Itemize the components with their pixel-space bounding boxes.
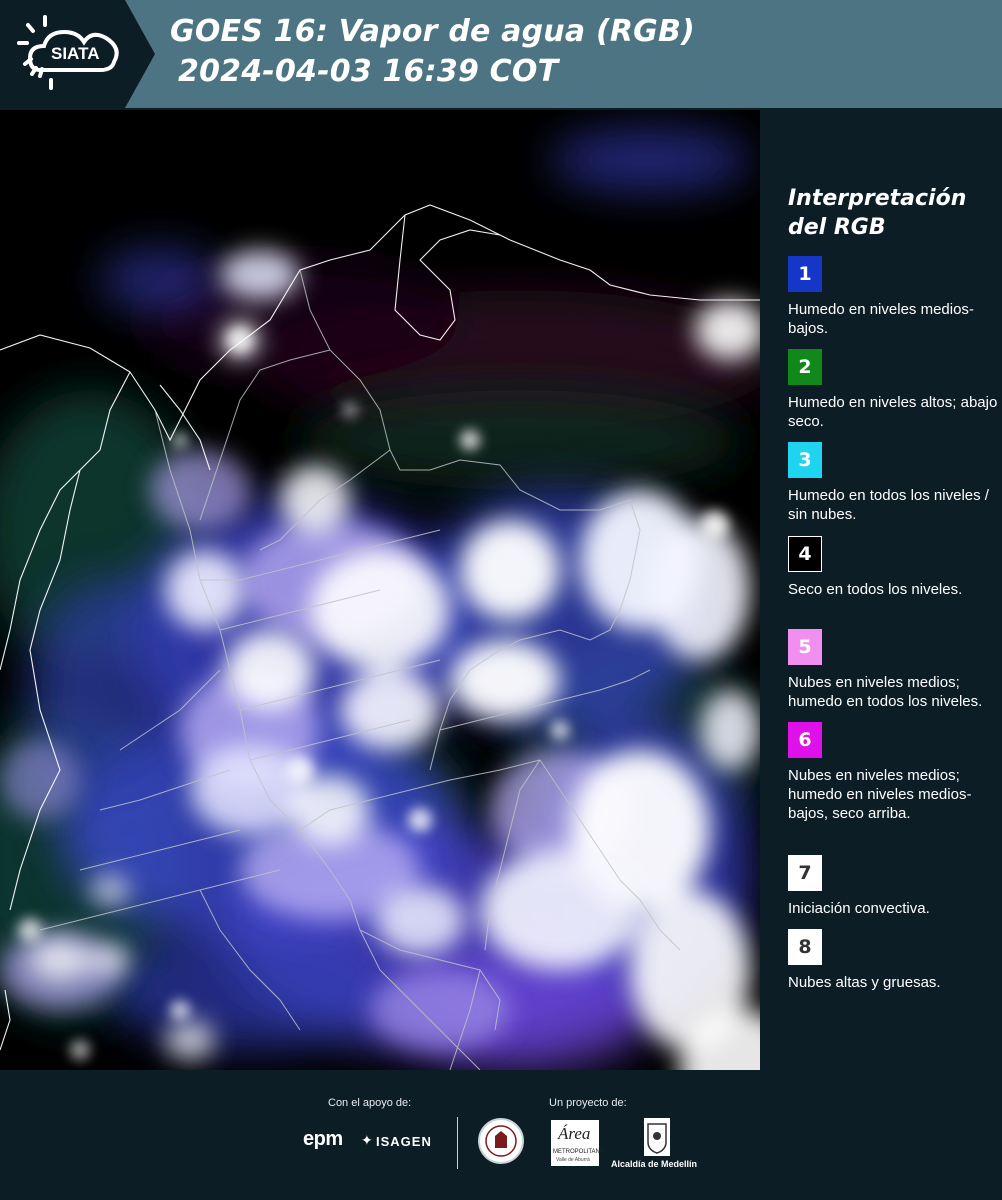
isagen-star-icon: ✦ bbox=[361, 1132, 373, 1148]
legend-swatch-8: 8 bbox=[788, 929, 822, 965]
area-metropolitana-logo[interactable]: Área METROPOLITANA Valle de Aburrá bbox=[551, 1120, 604, 1166]
legend-description-6: Nubes en niveles medios; humedo en nivel… bbox=[788, 767, 972, 822]
legend-swatch-1: 1 bbox=[788, 256, 822, 292]
timestamp: 2024-04-03 16:39 COT bbox=[178, 54, 559, 89]
legend-swatch-5: 5 bbox=[788, 629, 822, 665]
header-bar: SIATA GOES 16: Vapor de agua (RGB) 2024-… bbox=[0, 0, 1002, 108]
legend-swatch-3: 3 bbox=[788, 442, 822, 478]
siata-logo: SIATA bbox=[0, 0, 155, 108]
legend-title: Interpretación del RGB bbox=[788, 186, 967, 240]
legend-description-5: Nubes en niveles medios; humedo en todos… bbox=[788, 674, 983, 710]
legend-item-4: 4 Seco en todos los niveles. bbox=[788, 536, 998, 599]
epm-logo[interactable]: epm bbox=[303, 1128, 343, 1151]
alcaldia-shield-icon bbox=[644, 1118, 670, 1156]
project-caption: Un proyecto de: bbox=[549, 1097, 627, 1109]
legend-item-8: 8 Nubes altas y gruesas. bbox=[788, 929, 998, 992]
legend-description-3: Humedo en todos los niveles / sin nubes. bbox=[788, 487, 989, 523]
legend-panel: Interpretación del RGB 1 Humedo en nivele… bbox=[770, 110, 1002, 1070]
legend-item-3: 3 Humedo en todos los niveles / sin nubes… bbox=[788, 442, 998, 524]
support-caption: Con el apoyo de: bbox=[328, 1097, 412, 1109]
footer: Con el apoyo de: Un proyecto de: epm ✦ I… bbox=[0, 1070, 1002, 1200]
legend-item-1: 1 Humedo en niveles medios-bajos. bbox=[788, 256, 998, 338]
legend-swatch-6: 6 bbox=[788, 722, 822, 758]
legend-item-6: 6 Nubes en niveles medios; humedo en nive… bbox=[788, 722, 998, 823]
legend-swatch-2: 2 bbox=[788, 349, 822, 385]
university-seal-icon[interactable] bbox=[478, 1118, 524, 1164]
footer-divider bbox=[457, 1117, 458, 1169]
legend-item-5: 5 Nubes en niveles medios; humedo en todo… bbox=[788, 629, 998, 711]
legend-description-2: Humedo en niveles altos; abajo seco. bbox=[788, 394, 998, 430]
legend-description-4: Seco en todos los niveles. bbox=[788, 581, 963, 598]
legend-description-8: Nubes altas y gruesas. bbox=[788, 974, 941, 991]
legend-item-2: 2 Humedo en niveles altos; abajo seco. bbox=[788, 349, 998, 431]
isagen-logo[interactable]: ISAGEN bbox=[376, 1134, 432, 1149]
legend-description-7: Iniciación convectiva. bbox=[788, 900, 930, 917]
legend-description-1: Humedo en niveles medios-bajos. bbox=[788, 301, 974, 337]
legend-swatch-7: 7 bbox=[788, 855, 822, 891]
satellite-map[interactable] bbox=[0, 110, 760, 1070]
page-title: GOES 16: Vapor de agua (RGB) bbox=[170, 14, 695, 49]
alcaldia-logo-text[interactable]: Alcaldía de Medellín bbox=[611, 1159, 697, 1169]
siata-logo-text: SIATA bbox=[51, 44, 100, 63]
legend-swatch-4: 4 bbox=[788, 536, 822, 572]
legend-item-7: 7 Iniciación convectiva. bbox=[788, 855, 998, 918]
